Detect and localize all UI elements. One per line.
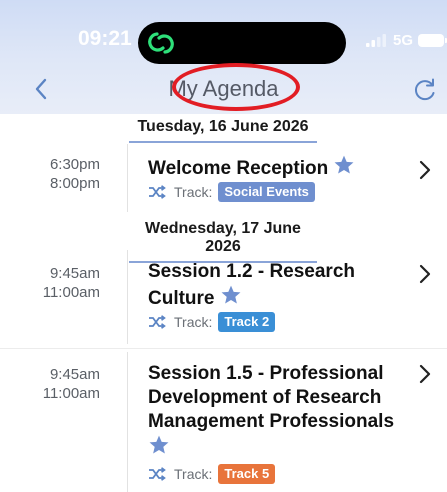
start-time: 9:45am (49, 265, 100, 282)
start-time: 6:30pm (49, 156, 100, 173)
battery-icon (418, 33, 447, 47)
status-indicators: 5G (366, 30, 447, 50)
refresh-icon[interactable] (412, 77, 438, 103)
row-divider (0, 348, 447, 349)
day-header: Tuesday, 16 June 2026 (128, 118, 318, 143)
agenda-item[interactable]: Session 1.2 - Research Culture Track: Tr… (127, 250, 428, 344)
track-badge: Track 2 (218, 312, 276, 332)
agenda-item[interactable]: Session 1.5 - Professional Development o… (127, 352, 428, 492)
agenda-item[interactable]: Welcome Reception Track: Social Events (127, 144, 428, 212)
session-title-text: Welcome Reception (148, 158, 329, 179)
star-icon[interactable] (220, 284, 242, 306)
track-row: Track: Track 2 (148, 312, 276, 332)
star-icon[interactable] (148, 434, 170, 456)
shuffle-icon (149, 185, 166, 199)
network-type: 5G (393, 31, 414, 49)
session-title-line: Session 1.2 - Research (148, 261, 355, 282)
signal-icon (366, 34, 386, 47)
session-title: Welcome Reception (148, 154, 418, 181)
end-time: 11:00am (42, 385, 100, 402)
track-badge: Track 5 (218, 464, 276, 484)
start-time: 9:45am (49, 366, 100, 383)
star-icon[interactable] (333, 154, 355, 176)
shuffle-icon (149, 467, 166, 481)
track-label: Track: (174, 466, 213, 482)
end-time: 11:00am (42, 284, 100, 301)
track-label: Track: (174, 314, 213, 330)
chevron-right-icon[interactable] (418, 160, 432, 180)
chevron-right-icon[interactable] (418, 364, 432, 384)
chevron-right-icon[interactable] (418, 264, 432, 284)
track-row: Track: Track 5 (148, 464, 276, 484)
session-title-line: Development of Research (148, 387, 382, 408)
session-title: Session 1.2 - Research Culture (148, 260, 418, 311)
session-time: 9:45am 11:00am (43, 365, 100, 403)
session-title-line: Management Professionals (148, 411, 395, 432)
top-bar: 09:21 5G My Agenda (0, 0, 447, 114)
track-label: Track: (174, 184, 213, 200)
highlight-ring (172, 63, 300, 111)
session-title: Session 1.5 - Professional Development o… (148, 362, 418, 461)
track-row: Track: Social Events (148, 182, 315, 202)
session-time: 9:45am 11:00am (43, 264, 100, 302)
app-activity-icon (148, 32, 174, 54)
shuffle-icon (149, 315, 166, 329)
track-badge: Social Events (218, 182, 315, 202)
dynamic-island (138, 22, 346, 64)
session-title-line: Culture (148, 288, 215, 309)
session-time: 6:30pm 8:00pm (50, 155, 100, 193)
end-time: 8:00pm (49, 175, 100, 192)
status-time: 09:21 (78, 27, 132, 50)
session-title-line: Session 1.5 - Professional (148, 363, 384, 384)
